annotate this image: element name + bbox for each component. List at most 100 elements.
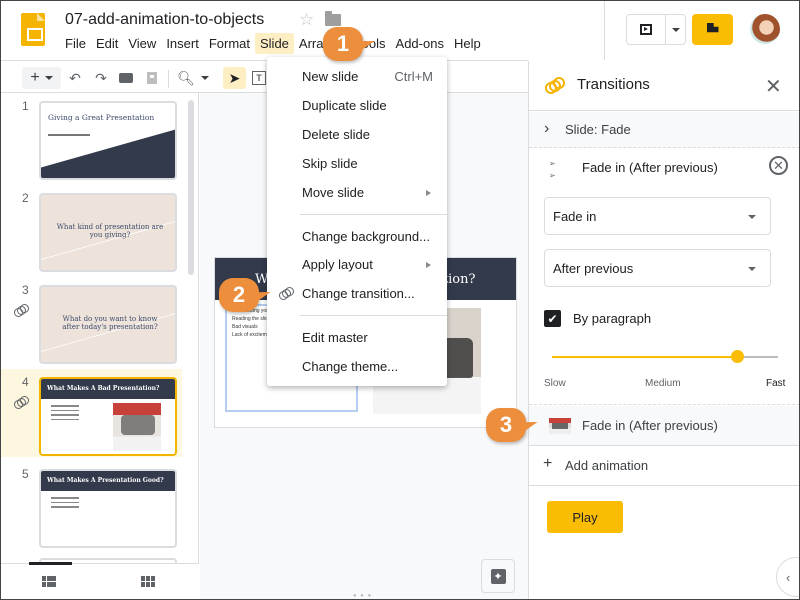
transitions-icon bbox=[545, 77, 567, 95]
speed-slider-thumb[interactable] bbox=[731, 350, 745, 363]
share-button[interactable] bbox=[692, 14, 733, 45]
menu-insert[interactable]: Insert bbox=[161, 33, 204, 54]
grid-view-icon[interactable] bbox=[141, 576, 155, 587]
new-slide-button[interactable]: + bbox=[22, 67, 61, 89]
close-icon[interactable]: ✕ bbox=[765, 74, 782, 99]
star-icon[interactable]: ☆ bbox=[299, 10, 314, 30]
animation-object-thumbnail bbox=[549, 418, 571, 434]
present-button[interactable] bbox=[627, 15, 666, 44]
menu-addons[interactable]: Add-ons bbox=[391, 33, 449, 54]
animation-summary[interactable]: Fade in (After previous) bbox=[582, 160, 718, 175]
animation-summary: Fade in (After previous) bbox=[582, 418, 718, 433]
redo-icon: ↷ bbox=[95, 69, 107, 86]
menu-item-edit-master[interactable]: Edit master bbox=[267, 324, 447, 350]
transition-icon bbox=[14, 303, 30, 317]
trigger-dropdown[interactable]: After previous bbox=[544, 249, 771, 287]
folder-icon[interactable] bbox=[325, 11, 341, 26]
chevron-down-icon bbox=[44, 76, 53, 80]
menu-item-label: Change theme... bbox=[302, 359, 399, 374]
menu-edit[interactable]: Edit bbox=[91, 33, 123, 54]
play-button[interactable]: Play bbox=[547, 501, 623, 533]
filmstrip-slide-1[interactable]: 1 Giving a Great Presentation bbox=[0, 93, 182, 181]
slides-logo-icon[interactable] bbox=[21, 13, 45, 46]
toolbar-divider bbox=[168, 70, 169, 88]
menu-item-move-slide[interactable]: Move slide bbox=[267, 179, 447, 205]
menu-item-label: Change background... bbox=[302, 229, 430, 244]
print-icon bbox=[119, 73, 133, 83]
plus-icon: + bbox=[30, 69, 40, 86]
chevron-down-icon bbox=[748, 267, 756, 271]
effect-dropdown[interactable]: Fade in bbox=[544, 197, 771, 235]
speed-slider[interactable] bbox=[552, 350, 778, 363]
slide-thumbnail[interactable]: What do you want to know after today's p… bbox=[39, 285, 177, 364]
text-box-button[interactable]: T bbox=[250, 67, 268, 89]
toolbar: + ↶ ↷ 🔍︎ ➤ T bbox=[0, 60, 528, 93]
slide-thumbnail[interactable]: What Makes A Presentation Good? bbox=[39, 469, 177, 548]
app-header: 07-add-animation-to-objects ☆ File Edit … bbox=[0, 0, 800, 60]
submenu-arrow-icon bbox=[426, 190, 431, 196]
panel-header: Transitions ✕ bbox=[529, 61, 800, 111]
filmstrip-slide-2[interactable]: 2 What kind of presentation are you givi… bbox=[0, 185, 182, 273]
filmstrip-view-icon[interactable] bbox=[42, 576, 56, 587]
cursor-icon: ➤ bbox=[228, 69, 241, 86]
text-box-icon: T bbox=[252, 71, 266, 85]
zoom-button[interactable]: 🔍︎ bbox=[176, 67, 210, 89]
speed-label-fast: Fast bbox=[766, 378, 786, 389]
resize-handle[interactable]: ● ● ● bbox=[353, 593, 372, 599]
add-animation-label: Add animation bbox=[565, 458, 649, 473]
redo-button[interactable]: ↷ bbox=[92, 67, 110, 89]
drag-handle-icon[interactable]: ➢ ➢ bbox=[549, 158, 556, 182]
menu-item-duplicate-slide[interactable]: Duplicate slide bbox=[267, 92, 447, 118]
menu-help[interactable]: Help bbox=[449, 33, 486, 54]
thumbnail-title: Giving a Great Presentation bbox=[48, 113, 155, 122]
menu-format[interactable]: Format bbox=[204, 33, 255, 54]
transition-icon bbox=[279, 286, 295, 300]
menu-divider bbox=[300, 214, 447, 215]
menu-file[interactable]: File bbox=[60, 33, 91, 54]
select-tool-button[interactable]: ➤ bbox=[223, 67, 246, 89]
slide-thumbnail[interactable]: What kind of presentation are you giving… bbox=[39, 193, 177, 272]
present-dropdown-button[interactable] bbox=[666, 15, 685, 44]
filmstrip-footer bbox=[0, 562, 199, 600]
menu-view[interactable]: View bbox=[123, 33, 161, 54]
undo-button[interactable]: ↶ bbox=[66, 67, 84, 89]
print-button[interactable] bbox=[117, 67, 135, 89]
menu-item-apply-layout[interactable]: Apply layout bbox=[267, 251, 447, 277]
slide-number: 2 bbox=[22, 191, 29, 205]
avatar[interactable] bbox=[750, 14, 780, 44]
by-paragraph-checkbox[interactable]: ✔ bbox=[544, 310, 561, 327]
active-view-indicator bbox=[29, 562, 72, 565]
collapse-panel-button[interactable]: ‹ bbox=[776, 557, 800, 597]
menu-item-change-transition[interactable]: Change transition... bbox=[267, 280, 447, 306]
slide-transition-row[interactable]: › Slide: Fade bbox=[529, 112, 800, 148]
thumbnail-title-band: What Makes A Bad Presentation? bbox=[41, 379, 175, 399]
filmstrip-slide-5[interactable]: 5 What Makes A Presentation Good? bbox=[0, 461, 182, 549]
animation-row[interactable]: Fade in (After previous) bbox=[529, 406, 800, 446]
thumbnail-title-band: What Makes A Presentation Good? bbox=[41, 471, 175, 491]
slide-thumbnail[interactable]: Giving a Great Presentation bbox=[39, 101, 177, 180]
filmstrip-scrollbar[interactable] bbox=[188, 100, 194, 275]
paint-format-button[interactable] bbox=[143, 67, 161, 89]
menu-item-change-background[interactable]: Change background... bbox=[267, 223, 447, 249]
slide-thumbnail[interactable]: What Makes A Bad Presentation? bbox=[39, 377, 177, 456]
menu-item-skip-slide[interactable]: Skip slide bbox=[267, 150, 447, 176]
filmstrip-slide-3[interactable]: 3 What do you want to know after today's… bbox=[0, 277, 182, 365]
present-icon bbox=[640, 24, 652, 35]
filmstrip-slide-4[interactable]: 4 What Makes A Bad Presentation? bbox=[0, 369, 182, 457]
explore-icon: ✦ bbox=[490, 568, 506, 584]
menu-item-new-slide[interactable]: New slide Ctrl+M bbox=[267, 63, 447, 89]
plus-icon: + bbox=[543, 455, 553, 472]
add-animation-button[interactable]: + Add animation bbox=[529, 446, 800, 486]
document-title[interactable]: 07-add-animation-to-objects bbox=[65, 11, 264, 29]
menu-item-delete-slide[interactable]: Delete slide bbox=[267, 121, 447, 147]
check-icon: ✔ bbox=[547, 311, 558, 326]
remove-animation-icon[interactable]: ✕ bbox=[769, 156, 788, 175]
present-button-group bbox=[626, 14, 686, 45]
menu-slide[interactable]: Slide bbox=[255, 33, 294, 54]
chevron-left-icon: ‹ bbox=[786, 569, 791, 585]
explore-button[interactable]: ✦ bbox=[481, 559, 515, 593]
chevron-right-icon: › bbox=[544, 120, 550, 137]
filmstrip: 1 Giving a Great Presentation 2 What kin… bbox=[0, 93, 199, 600]
slide-menu: New slide Ctrl+M Duplicate slide Delete s… bbox=[267, 57, 447, 386]
menu-item-change-theme[interactable]: Change theme... bbox=[267, 353, 447, 379]
